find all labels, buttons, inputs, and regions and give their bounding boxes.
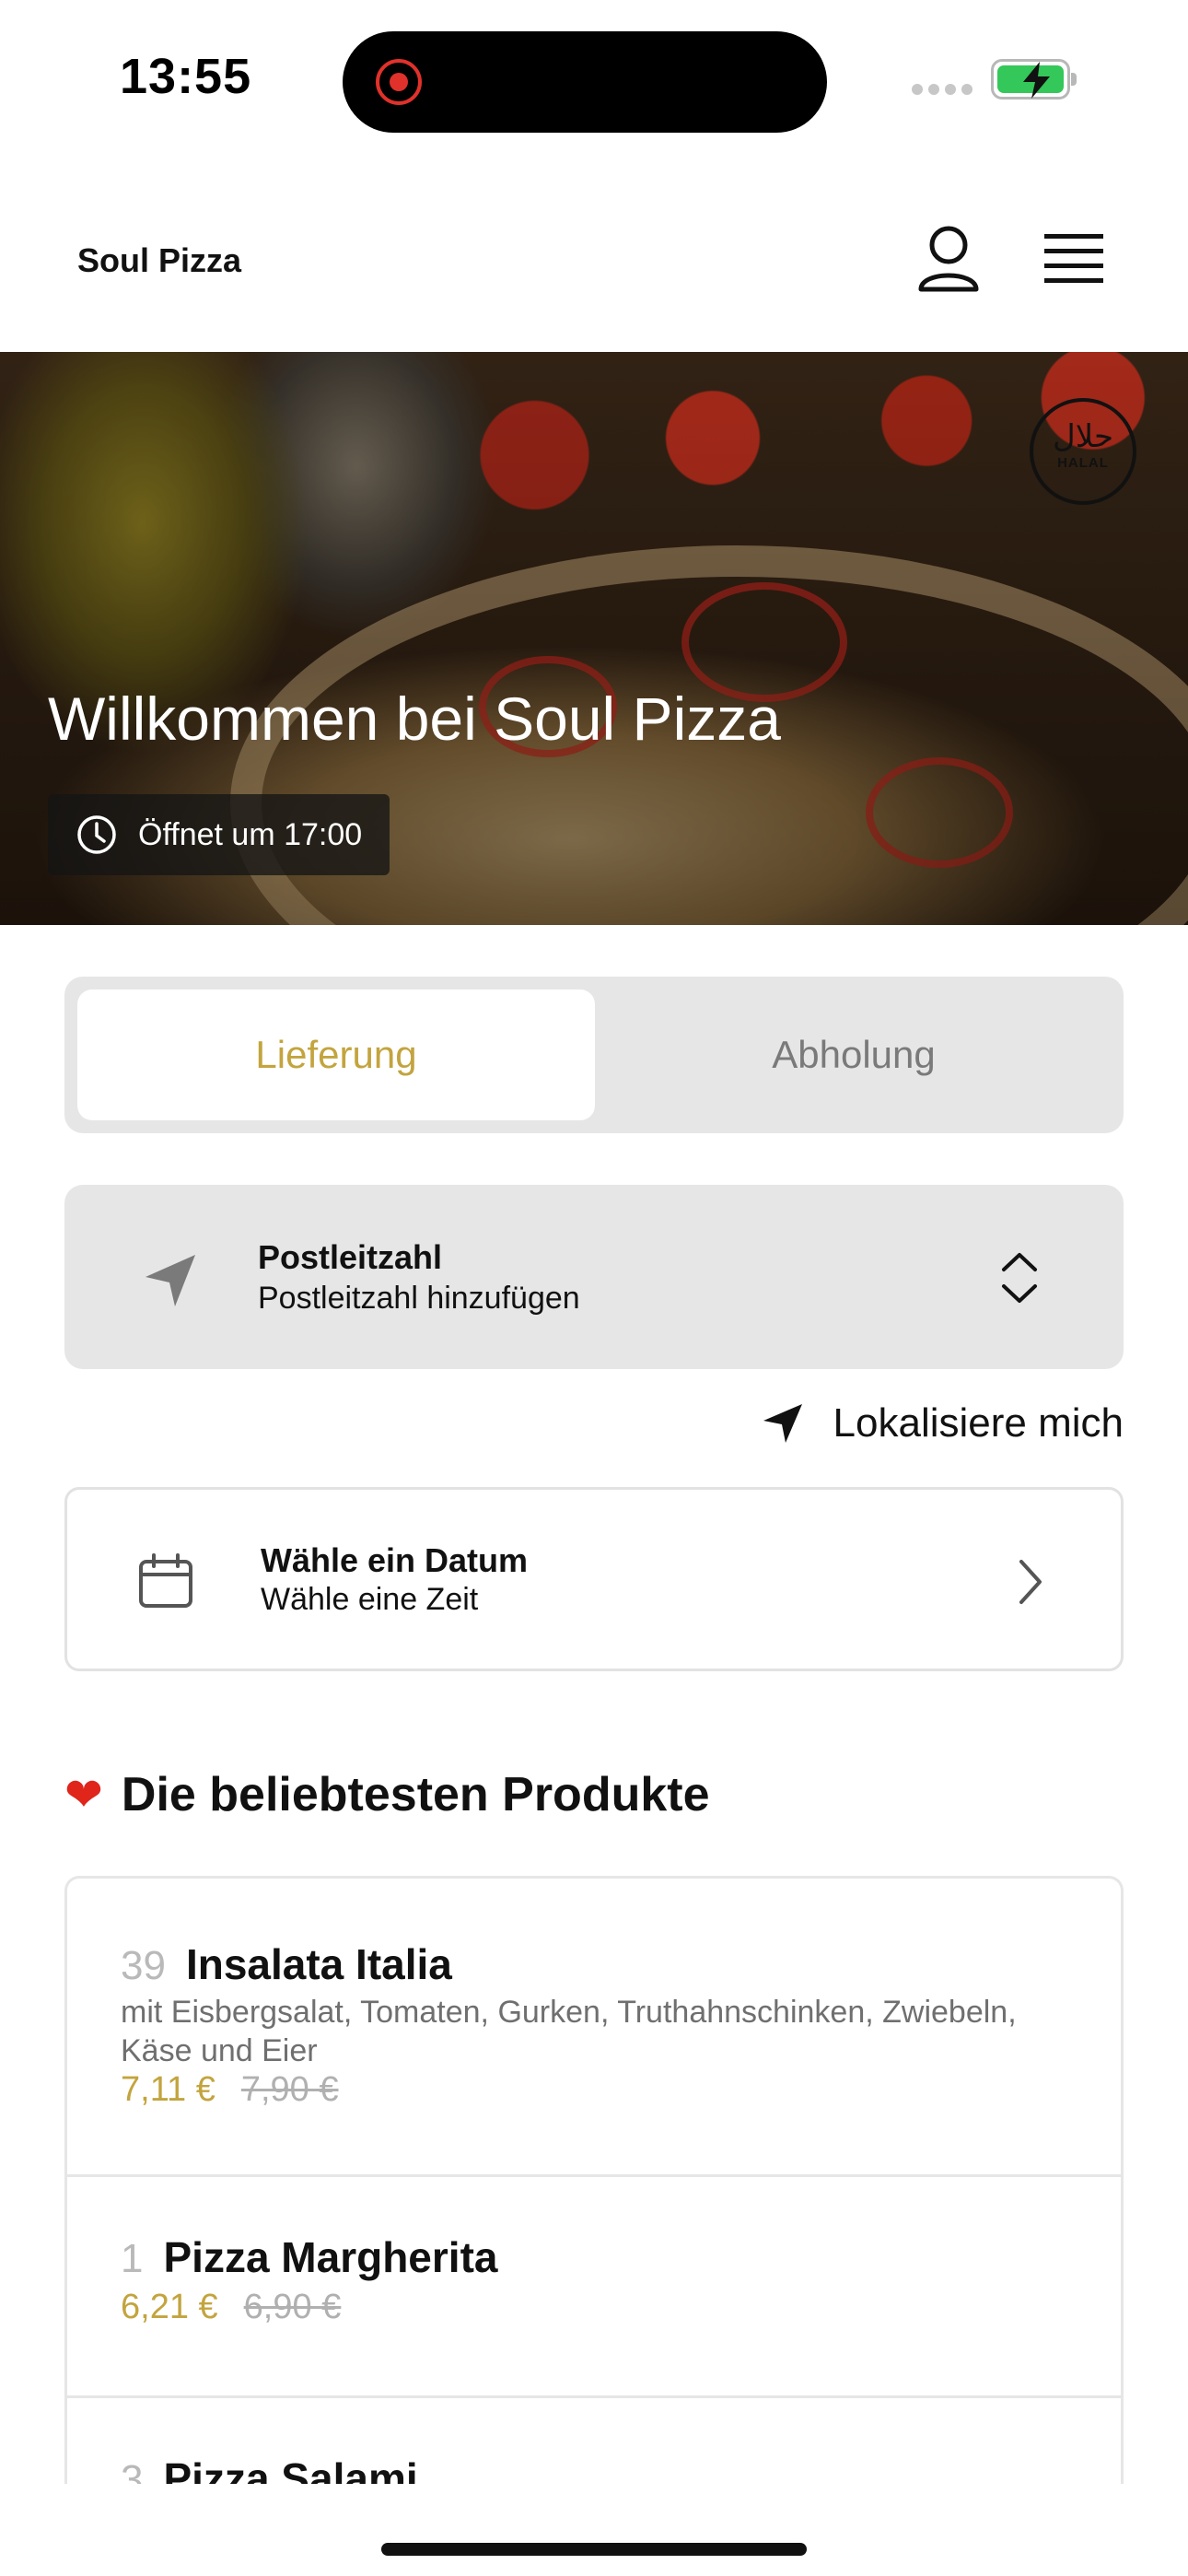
product-description: mit Eisbergsalat, Tomaten, Gurken, Truth… — [121, 1995, 1017, 2068]
cellular-signal-icon — [912, 83, 978, 100]
halal-badge: حلال HALAL — [1030, 398, 1136, 505]
product-item[interactable]: 1 Pizza Margherita 6,21 € 6,90 € — [67, 2177, 1121, 2398]
calendar-icon — [139, 1553, 192, 1608]
product-name: Insalata Italia — [185, 1940, 452, 1988]
product-name: Pizza Salami — [163, 2454, 418, 2484]
product-price: 7,11 € — [121, 2070, 215, 2109]
user-account-icon[interactable] — [912, 223, 985, 297]
product-item[interactable]: 3 Pizza Salami — [67, 2398, 1121, 2484]
home-indicator[interactable] — [381, 2543, 807, 2556]
chevron-up-down-icon — [1002, 1253, 1037, 1303]
hero-banner: حلال HALAL Willkommen bei Soul Pizza Öff… — [0, 352, 1188, 925]
date-time-picker[interactable]: Wähle ein Datum Wähle eine Zeit — [64, 1487, 1124, 1671]
locate-me-button[interactable]: Lokalisiere mich — [760, 1400, 1124, 1446]
tab-delivery[interactable]: Lieferung — [77, 989, 595, 1120]
chevron-right-icon — [1019, 1560, 1042, 1604]
battery-icon — [991, 59, 1077, 100]
dynamic-island — [343, 31, 827, 133]
clock-icon — [77, 815, 116, 854]
status-bar: 13:55 — [0, 0, 1188, 157]
product-number: 39 — [121, 1943, 166, 1988]
heart-icon: ❤ — [64, 1768, 103, 1821]
product-item[interactable]: 39 Insalata Italia mit Eisbergsalat, Tom… — [67, 1879, 1121, 2177]
popular-products-list: 39 Insalata Italia mit Eisbergsalat, Tom… — [64, 1876, 1124, 2484]
product-old-price: 6,90 € — [243, 2288, 342, 2326]
location-arrow-icon — [763, 1404, 802, 1443]
locate-me-label: Lokalisiere mich — [833, 1400, 1124, 1446]
popular-products-heading: ❤ Die beliebtesten Produkte — [64, 1768, 710, 1821]
location-arrow-icon — [146, 1255, 195, 1306]
delivery-mode-toggle: Lieferung Abholung — [64, 977, 1124, 1133]
postcode-label: Postleitzahl — [258, 1238, 443, 1276]
time-label: Wähle eine Zeit — [261, 1582, 479, 1617]
opening-hours-text: Öffnet um 17:00 — [138, 816, 363, 852]
hamburger-menu-icon[interactable] — [1041, 228, 1107, 287]
postcode-selector[interactable]: Postleitzahl Postleitzahl hinzufügen — [64, 1185, 1124, 1369]
opening-hours-badge: Öffnet um 17:00 — [48, 794, 390, 875]
app-header: Soul Pizza — [0, 157, 1188, 352]
hero-title: Willkommen bei Soul Pizza — [48, 685, 781, 753]
postcode-placeholder: Postleitzahl hinzufügen — [258, 1281, 580, 1316]
product-old-price: 7,90 € — [240, 2070, 339, 2109]
product-number: 3 — [121, 2457, 144, 2484]
date-label: Wähle ein Datum — [261, 1541, 529, 1579]
brand-name[interactable]: Soul Pizza — [77, 241, 241, 280]
product-name: Pizza Margherita — [163, 2233, 498, 2281]
product-price: 6,21 € — [121, 2288, 218, 2326]
status-time: 13:55 — [120, 49, 252, 104]
tab-pickup[interactable]: Abholung — [595, 989, 1112, 1120]
product-number: 1 — [121, 2236, 144, 2281]
screen-recording-icon — [376, 59, 422, 105]
